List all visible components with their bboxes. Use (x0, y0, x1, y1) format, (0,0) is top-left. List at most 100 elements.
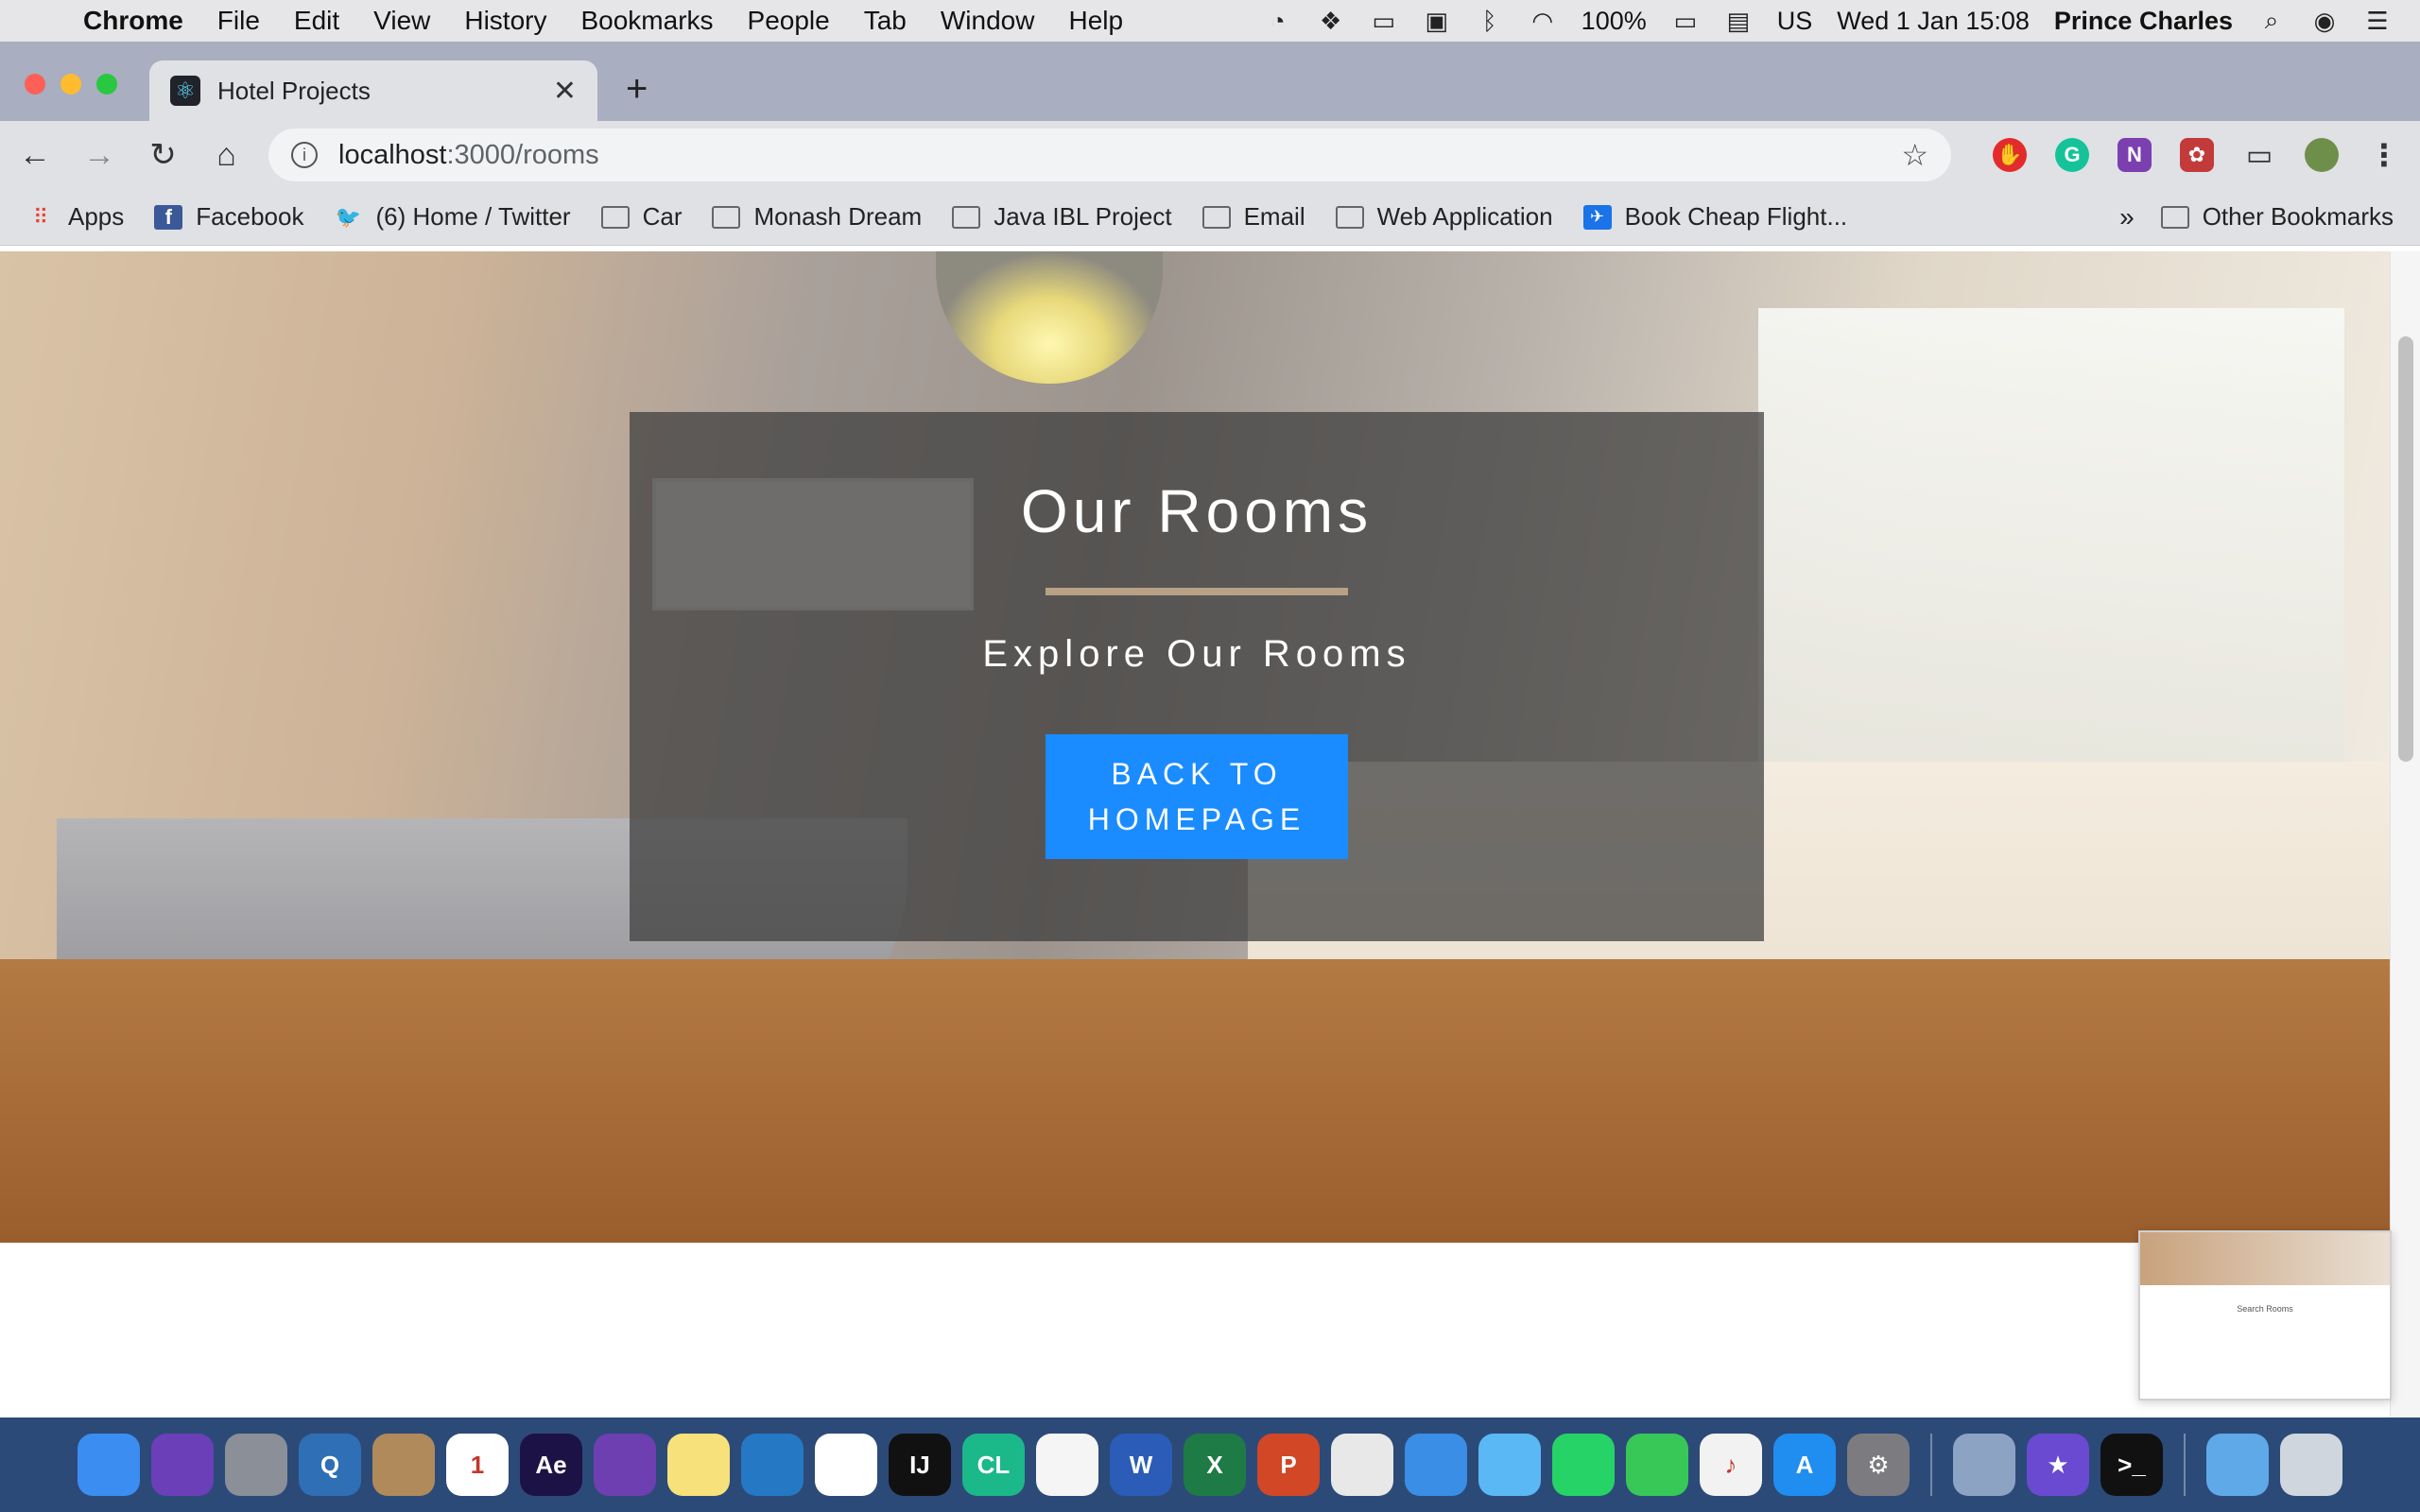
bookmark-java-ibl-project[interactable]: Java IBL Project (952, 202, 1172, 232)
menu-people[interactable]: People (731, 6, 847, 36)
bookmark-email[interactable]: Email (1201, 202, 1305, 232)
bookmark-car[interactable]: Car (600, 202, 682, 232)
grammarly-extension-icon[interactable]: G (2055, 138, 2089, 172)
bookmark-label: Facebook (196, 202, 304, 231)
bookmarks-overflow-button[interactable]: » (2119, 202, 2135, 232)
hero-overlay-box: Our Rooms Explore Our Rooms BACK TO HOME… (630, 412, 1764, 941)
messages-icon[interactable] (1478, 1434, 1541, 1496)
menu-app-name[interactable]: Chrome (66, 6, 200, 36)
vscode-icon[interactable] (741, 1434, 804, 1496)
other-bookmarks[interactable]: Other Bookmarks (2160, 202, 2394, 232)
siri-status-icon[interactable]: ◉ (2310, 7, 2339, 35)
spotlight-search-icon[interactable]: ⌕ (2257, 6, 2286, 35)
onenote-extension-icon[interactable]: N (2118, 138, 2152, 172)
launchpad-icon[interactable] (225, 1434, 287, 1496)
battery-percentage[interactable]: 100% (1582, 7, 1647, 36)
trash-icon[interactable] (2280, 1434, 2342, 1496)
page-viewport: Our Rooms Explore Our Rooms BACK TO HOME… (0, 251, 2420, 1418)
menu-bookmarks[interactable]: Bookmarks (563, 6, 730, 36)
calendar-icon[interactable]: 1 (446, 1434, 509, 1496)
menu-clock[interactable]: Wed 1 Jan 15:08 (1837, 7, 2030, 36)
site-info-icon[interactable]: i (291, 142, 318, 168)
page-scrollbar[interactable] (2390, 251, 2420, 1418)
preview-icon[interactable] (1953, 1434, 2015, 1496)
notification-center-icon[interactable]: ☰ (2363, 7, 2392, 35)
contacts-icon[interactable] (372, 1434, 435, 1496)
reload-icon[interactable]: ↻ (147, 136, 179, 174)
hero-subtitle: Explore Our Rooms (982, 633, 1411, 675)
finder-icon[interactable] (78, 1434, 140, 1496)
extension-icon[interactable]: ✿ (2180, 138, 2214, 172)
bookmark-label: Book Cheap Flight... (1624, 202, 1848, 231)
maximize-window-button[interactable] (96, 74, 117, 94)
github-icon[interactable] (594, 1434, 656, 1496)
input-source-label[interactable]: US (1777, 7, 1813, 36)
quicktime-icon[interactable]: Q (299, 1434, 361, 1496)
hero-title: Our Rooms (1020, 477, 1374, 545)
profile-avatar[interactable] (2305, 138, 2339, 172)
app-store-icon[interactable]: A (1773, 1434, 1836, 1496)
minimize-window-button[interactable] (60, 74, 81, 94)
mongodb-icon[interactable] (815, 1434, 877, 1496)
word-icon[interactable]: W (1110, 1434, 1172, 1496)
adblock-extension-icon[interactable]: ✋ (1993, 138, 2027, 172)
intellij-icon[interactable]: IJ (889, 1434, 951, 1496)
facebook-icon: f (154, 204, 183, 230)
timer-status-icon[interactable]: ◔ (1264, 7, 1292, 35)
menu-tab[interactable]: Tab (847, 6, 924, 36)
excel-icon[interactable]: X (1184, 1434, 1246, 1496)
cast-icon[interactable]: ▭ (2242, 138, 2276, 172)
url-text[interactable]: localhost:3000/rooms (338, 140, 599, 171)
bookmark-monash-dream[interactable]: Monash Dream (712, 202, 922, 232)
menu-edit[interactable]: Edit (277, 6, 356, 36)
wifi-icon[interactable]: ◠ (1529, 7, 1557, 35)
imovie-icon[interactable]: ★ (2027, 1434, 2089, 1496)
bookmark-star-icon[interactable]: ☆ (1901, 137, 1928, 173)
safari-icon[interactable] (1405, 1434, 1467, 1496)
photos-icon[interactable] (1036, 1434, 1098, 1496)
chrome-menu-icon[interactable]: ⋮ (2367, 138, 2401, 172)
home-icon[interactable]: ⌂ (211, 137, 242, 174)
airplay-status-icon[interactable]: ▭ (1370, 7, 1398, 35)
powerpoint-icon[interactable]: P (1257, 1434, 1320, 1496)
menu-help[interactable]: Help (1051, 6, 1140, 36)
whatsapp-icon[interactable] (1552, 1434, 1615, 1496)
bookmark-facebook[interactable]: f Facebook (154, 202, 303, 232)
clion-icon[interactable]: CL (962, 1434, 1025, 1496)
new-tab-button[interactable]: + (626, 68, 648, 111)
menu-view[interactable]: View (356, 6, 447, 36)
bluetooth-icon[interactable]: ᛒ (1476, 7, 1504, 35)
after-effects-icon[interactable]: Ae (520, 1434, 582, 1496)
system-preferences-icon[interactable]: ⚙ (1847, 1434, 1910, 1496)
back-to-homepage-button[interactable]: BACK TO HOMEPAGE (1046, 734, 1348, 859)
forward-icon[interactable]: → (83, 137, 115, 174)
address-bar[interactable]: i localhost:3000/rooms ☆ (268, 129, 1951, 181)
scrollbar-thumb[interactable] (2398, 336, 2413, 762)
menu-history[interactable]: History (447, 6, 563, 36)
back-icon[interactable]: ← (19, 137, 51, 174)
bookmark-web-application[interactable]: Web Application (1335, 202, 1553, 232)
tab-hotel-projects[interactable]: ⚛ Hotel Projects ✕ (149, 60, 597, 121)
siri-icon[interactable] (151, 1434, 214, 1496)
close-window-button[interactable] (25, 74, 45, 94)
bookmark-book-cheap-flight[interactable]: ✈ Book Cheap Flight... (1582, 202, 1848, 232)
bookmarks-bar: ⠿ Apps f Facebook 🐦 (6) Home / Twitter C… (0, 189, 2420, 246)
chrome-icon[interactable] (1331, 1434, 1393, 1496)
menu-file[interactable]: File (200, 6, 277, 36)
react-favicon-icon: ⚛ (170, 76, 200, 106)
itunes-icon[interactable]: ♪ (1700, 1434, 1762, 1496)
bookmark-apps[interactable]: ⠿ Apps (26, 202, 124, 232)
notes-icon[interactable] (667, 1434, 730, 1496)
app-status-icon[interactable]: ▣ (1423, 7, 1451, 35)
facetime-icon[interactable] (1626, 1434, 1688, 1496)
user-name[interactable]: Prince Charles (2054, 7, 2233, 36)
menu-window[interactable]: Window (924, 6, 1052, 36)
close-tab-icon[interactable]: ✕ (553, 75, 577, 108)
screenshot-preview-thumbnail[interactable]: Search Rooms (2138, 1230, 2392, 1400)
terminal-icon[interactable]: >_ (2100, 1434, 2163, 1496)
battery-icon[interactable]: ▭ (1671, 7, 1700, 35)
us-flag-icon[interactable]: ▤ (1724, 7, 1753, 35)
downloads-folder-icon[interactable] (2206, 1434, 2269, 1496)
bookmark-twitter[interactable]: 🐦 (6) Home / Twitter (334, 202, 571, 232)
dropbox-icon[interactable]: ❖ (1317, 7, 1345, 35)
